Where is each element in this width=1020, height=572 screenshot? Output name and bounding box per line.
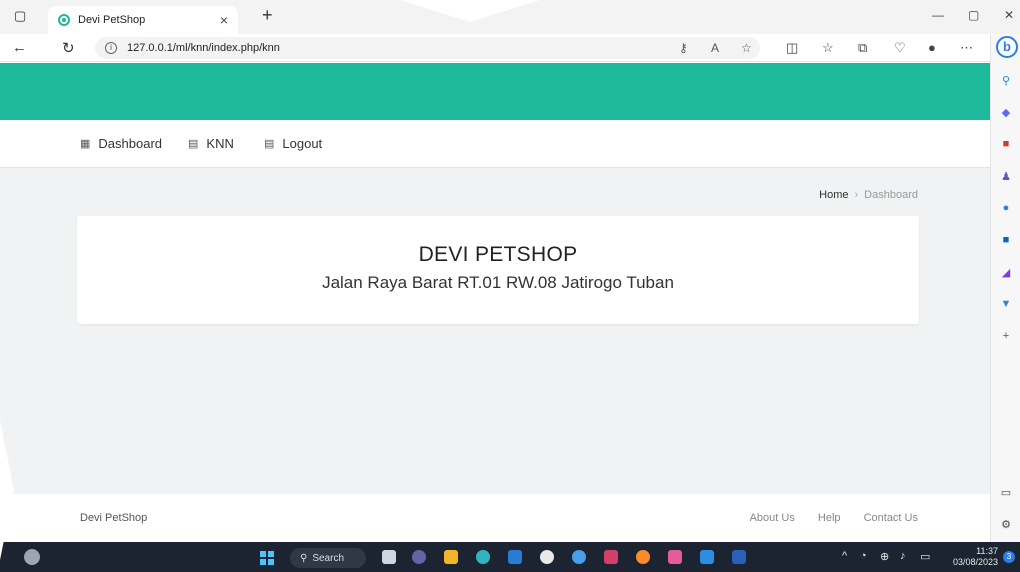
close-icon[interactable]: ✕ — [1004, 8, 1014, 22]
search-icon: ⚲ — [300, 552, 308, 564]
favorites-icon[interactable]: ☆ — [822, 40, 834, 56]
restore-icon[interactable]: ▢ — [968, 8, 979, 22]
sidebar-settings-icon[interactable]: ⚙ — [999, 518, 1013, 531]
weather-icon[interactable] — [24, 549, 40, 565]
menu-item-label: KNN — [206, 136, 234, 151]
menu-item-label: Dashboard — [98, 136, 163, 151]
store-icon[interactable] — [508, 550, 522, 564]
clock-time: 11:37 — [976, 546, 998, 556]
notification-badge[interactable]: 3 — [1003, 551, 1015, 563]
search-label: Search — [312, 552, 345, 564]
sidebar-tools-icon[interactable]: ■ — [999, 138, 1013, 150]
taskbar-clock[interactable]: 11:37 03/08/2023 — [953, 546, 998, 568]
battery-icon[interactable]: ▭ — [920, 550, 930, 563]
windows-start-icon[interactable] — [260, 551, 274, 565]
footer-link-about[interactable]: About Us — [750, 512, 795, 524]
sidebar-designer-icon[interactable]: ◢ — [999, 266, 1013, 279]
grid-icon: ▦ — [80, 138, 91, 150]
collections-icon[interactable]: ⧉ — [858, 40, 867, 56]
web-page: ▦ Dashboard ▤ KNN ▤ Logout Home › Dashboar… — [0, 63, 990, 542]
github-icon[interactable] — [540, 550, 554, 564]
breadcrumb-home[interactable]: Home — [819, 189, 848, 201]
chat-icon[interactable] — [412, 550, 426, 564]
breadcrumb: Home › Dashboard — [819, 189, 918, 201]
more-icon[interactable]: ⋯ — [960, 40, 973, 56]
split-screen-icon[interactable]: ◫ — [786, 40, 798, 56]
profile-icon[interactable]: ● — [928, 40, 936, 55]
breadcrumb-current: Dashboard — [864, 189, 918, 201]
site-favicon-icon — [58, 14, 70, 26]
key-icon[interactable]: ⚷ — [679, 41, 688, 55]
edge-icon[interactable] — [476, 550, 490, 564]
favorite-star-icon[interactable]: ☆ — [741, 41, 752, 55]
minimize-icon[interactable]: — — [932, 8, 944, 22]
menu-item-logout[interactable]: ▤ Logout — [264, 136, 322, 151]
footer-brand: Devi PetShop — [80, 512, 148, 524]
file-explorer-icon[interactable] — [444, 550, 458, 564]
menu-item-dashboard[interactable]: ▦ Dashboard — [80, 136, 162, 151]
firefox-icon[interactable] — [636, 550, 650, 564]
chrome-icon[interactable] — [572, 550, 586, 564]
list-icon: ▤ — [188, 138, 199, 150]
sidebar-outlook-icon[interactable]: ■ — [999, 234, 1013, 246]
clock-date: 03/08/2023 — [952, 557, 998, 567]
menu-item-knn[interactable]: ▤ KNN — [188, 136, 234, 151]
refresh-icon[interactable]: ↻ — [62, 39, 75, 57]
sidebar-drop-icon[interactable]: ▼ — [999, 298, 1013, 310]
sidebar-shopping-icon[interactable]: ◆ — [999, 106, 1013, 119]
nav-menu: ▦ Dashboard ▤ KNN ▤ Logout — [0, 120, 990, 168]
windows-taskbar: ⚲ Search ^ ◔ ⊕ ♪ ▭ 11:37 03/08/2023 3 — [0, 542, 1020, 572]
tab-close-icon[interactable]: × — [220, 12, 228, 28]
breadcrumb-separator: › — [854, 189, 859, 201]
tab-actions-icon[interactable]: ▢ — [14, 8, 26, 24]
mcafee-icon[interactable] — [604, 550, 618, 564]
shop-title: DEVI PETSHOP — [418, 243, 578, 266]
list-icon: ▤ — [264, 138, 275, 150]
health-icon[interactable]: ♡ — [894, 40, 906, 56]
bing-copilot-icon[interactable]: b — [996, 36, 1018, 58]
footer-links: About Us Help Contact Us — [730, 512, 918, 524]
browser-toolbar: ← ↻ i 127.0.0.1/ml/knn/index.php/knn ⚷ A… — [0, 34, 1020, 62]
address-bar[interactable]: i 127.0.0.1/ml/knn/index.php/knn ⚷ A ☆ — [95, 37, 760, 59]
read-aloud-icon[interactable]: A — [711, 41, 719, 55]
network-icon[interactable]: ◔ — [860, 550, 867, 562]
xampp-icon[interactable] — [668, 550, 682, 564]
task-view-icon[interactable] — [382, 550, 396, 564]
word-icon[interactable] — [732, 550, 746, 564]
tab-title: Devi PetShop — [78, 14, 146, 26]
vscode-icon[interactable] — [700, 550, 714, 564]
page-footer: Devi PetShop About Us Help Contact Us — [0, 494, 990, 542]
new-tab-button[interactable]: + — [262, 5, 273, 26]
decorative-shape — [0, 420, 14, 560]
sidebar-office-icon[interactable]: ● — [999, 202, 1013, 214]
shop-address: Jalan Raya Barat RT.01 RW.08 Jatirogo Tu… — [322, 273, 674, 292]
taskbar-search[interactable]: ⚲ Search — [290, 548, 366, 568]
decorative-shape — [400, 0, 540, 22]
info-card: DEVI PETSHOP Jalan Raya Barat RT.01 RW.0… — [77, 216, 919, 324]
chevron-up-icon[interactable]: ^ — [842, 550, 847, 562]
sidebar-games-icon[interactable]: ♟ — [999, 170, 1013, 183]
sidebar-search-icon[interactable]: ⚲ — [999, 74, 1013, 87]
footer-link-contact[interactable]: Contact Us — [864, 512, 918, 524]
url-text: 127.0.0.1/ml/knn/index.php/knn — [127, 42, 280, 54]
volume-icon[interactable]: ♪ — [900, 550, 906, 562]
footer-link-help[interactable]: Help — [818, 512, 841, 524]
sidebar-add-icon[interactable]: + — [999, 330, 1013, 342]
menu-item-label: Logout — [282, 136, 323, 151]
globe-icon[interactable]: ⊕ — [880, 550, 889, 563]
top-header — [0, 63, 990, 120]
back-icon[interactable]: ← — [12, 39, 27, 56]
sidebar-hide-icon[interactable]: ▭ — [999, 486, 1013, 499]
browser-tab[interactable]: Devi PetShop × — [48, 6, 238, 34]
site-info-icon[interactable]: i — [105, 42, 117, 54]
